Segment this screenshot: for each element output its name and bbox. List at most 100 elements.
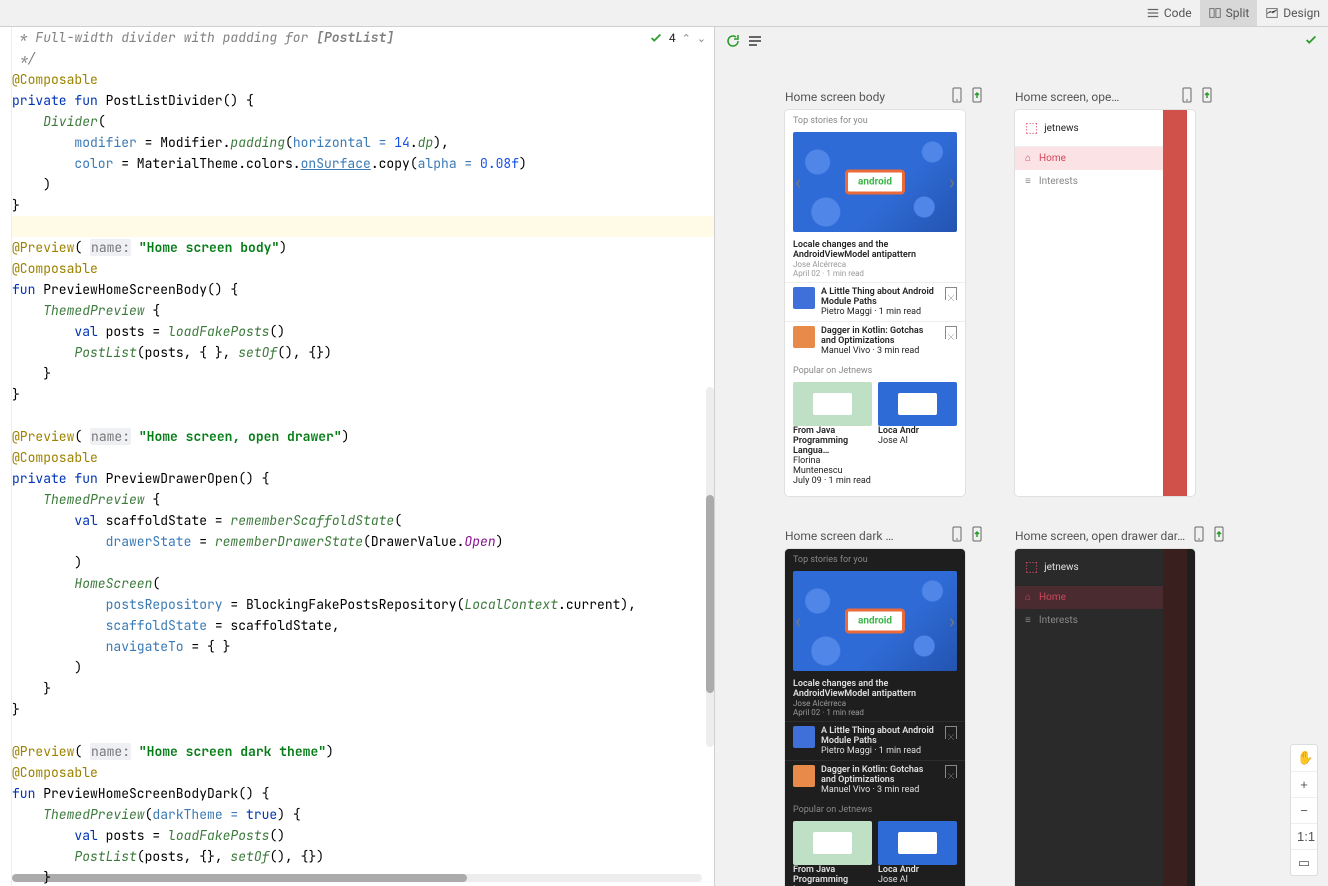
section-title: Popular on Jetnews [785,799,965,817]
editor-h-scrollbar[interactable] [12,874,702,882]
preview-device: ⬚jetnews ⌂Home ≡Interests [1015,110,1195,496]
section-title: Top stories for you [785,110,965,128]
card-image [878,821,957,865]
deploy-preview-icon[interactable] [969,526,985,545]
list-icon: ≡ [1025,615,1031,626]
drawer-item: ≡Interests [1015,609,1163,632]
code-area[interactable]: * Full-width divider with padding for [P… [12,27,714,886]
hero-image: ‹ android › [793,571,957,671]
article-thumb [793,287,815,309]
drawer-item: ⌂Home [1015,147,1163,170]
brand-logo-icon: ⬚ [1025,120,1038,136]
device-picker-icon[interactable] [1191,526,1207,545]
preview-cell: Home screen, open drawer dar… ⬚jetnews ⌂… [1015,526,1215,886]
next-issue-icon[interactable]: ⌄ [697,32,706,45]
article-row: Dagger in Kotlin: Gotchas and Optimizati… [785,321,965,360]
drawer-backdrop [1163,110,1187,496]
list-icon: ≡ [1025,176,1031,187]
design-view-label: Design [1283,6,1320,20]
zoom-in-button[interactable]: + [1291,771,1317,797]
zoom-panel: ✋ + − 1:1 ▭ [1290,744,1318,876]
preview-device: ⬚jetnews ⌂Home ≡Interests [1015,549,1195,886]
deploy-preview-icon[interactable] [1199,87,1215,106]
bookmark-icon [945,765,957,778]
preview-header: Home screen, ope… [1015,87,1215,106]
hero-badge: android [845,609,905,634]
issues-count: 4 [669,31,676,45]
code-view-tab[interactable]: Code [1138,0,1200,26]
article-row: Dagger in Kotlin: Gotchas and Optimizati… [785,760,965,799]
pan-button[interactable]: ✋ [1291,745,1317,771]
popular-card: From Java Programming Langua… Florina Mu… [793,382,872,486]
gutter [0,27,12,886]
card-image [878,382,957,426]
device-picker-icon[interactable] [949,87,965,106]
check-icon [649,31,663,45]
deploy-preview-icon[interactable] [1211,526,1227,545]
article-row: A Little Thing about Android Module Path… [785,721,965,760]
drawer-item: ≡Interests [1015,170,1163,193]
article-thumb [793,765,815,787]
preview-header: Home screen dark … [785,526,985,545]
refresh-icon[interactable] [725,33,741,49]
section-title: Popular on Jetnews [785,360,965,378]
drawer-item: ⌂Home [1015,586,1163,609]
code-view-label: Code [1164,6,1192,20]
section-title: Top stories for you [785,549,965,567]
zoom-reset-button[interactable]: 1:1 [1291,823,1317,849]
prev-issue-icon[interactable]: ⌃ [682,32,691,45]
drawer-brand: ⬚jetnews [1015,549,1163,586]
home-icon: ⌂ [1025,592,1031,603]
bookmark-icon [945,326,957,339]
preview-settings-icon[interactable] [747,33,763,49]
preview-title: Home screen, ope… [1015,90,1119,104]
hero-prev-icon: ‹ [795,609,801,633]
popular-card: Loca Andr Jose Al [878,382,957,486]
card-image [793,382,872,426]
nav-drawer: ⬚jetnews ⌂Home ≡Interests [1015,110,1163,496]
deploy-preview-icon[interactable] [969,87,985,106]
split-icon [1208,6,1222,20]
hero-next-icon: › [949,609,955,633]
hero-image: ‹ android › [793,132,957,232]
drawer-brand: ⬚jetnews [1015,110,1163,147]
zoom-out-button[interactable]: − [1291,797,1317,823]
popular-card: Loca Andr Jose Al [878,821,957,886]
hero-next-icon: › [949,170,955,194]
code-lines-icon [1146,6,1160,20]
hero-prev-icon: ‹ [795,170,801,194]
split-view-tab[interactable]: Split [1200,0,1258,26]
preview-header: Home screen, open drawer dar… [1015,526,1215,545]
view-mode-tabs: Code Split Design [0,0,1328,27]
editor-inspections-bar: 4 ⌃ ⌄ [649,31,706,45]
device-picker-icon[interactable] [949,526,965,545]
compose-preview-panel: Home screen body Top stories for you ‹ a… [715,27,1328,886]
brand-logo-icon: ⬚ [1025,559,1038,575]
bookmark-icon [945,726,957,739]
editor-v-scrollbar[interactable] [706,387,714,747]
article-row: A Little Thing about Android Module Path… [785,282,965,321]
design-icon [1265,6,1279,20]
featured-article: Locale changes and the AndroidViewModel … [785,675,965,721]
article-thumb [793,726,815,748]
code-editor[interactable]: * Full-width divider with padding for [P… [0,27,715,886]
bookmark-icon [945,287,957,300]
preview-device: Top stories for you ‹ android › Locale c… [785,549,965,886]
popular-card: From Java Programming Langua… Florina Mu… [793,821,872,886]
design-view-tab[interactable]: Design [1257,0,1328,26]
zoom-fit-button[interactable]: ▭ [1291,849,1317,875]
card-image [793,821,872,865]
preview-cell: Home screen, ope… ⬚jetnews ⌂Home ≡Intere… [1015,87,1215,496]
drawer-backdrop [1163,549,1187,886]
article-thumb [793,326,815,348]
device-picker-icon[interactable] [1179,87,1195,106]
preview-title: Home screen body [785,90,885,104]
split-view-label: Split [1226,6,1250,20]
hero-badge: android [845,170,905,195]
status-ok-icon [1304,33,1318,47]
preview-cell: Home screen dark … Top stories for you ‹… [785,526,985,886]
home-icon: ⌂ [1025,153,1031,164]
preview-header: Home screen body [785,87,985,106]
preview-cell: Home screen body Top stories for you ‹ a… [785,87,985,496]
preview-title: Home screen dark … [785,529,893,543]
